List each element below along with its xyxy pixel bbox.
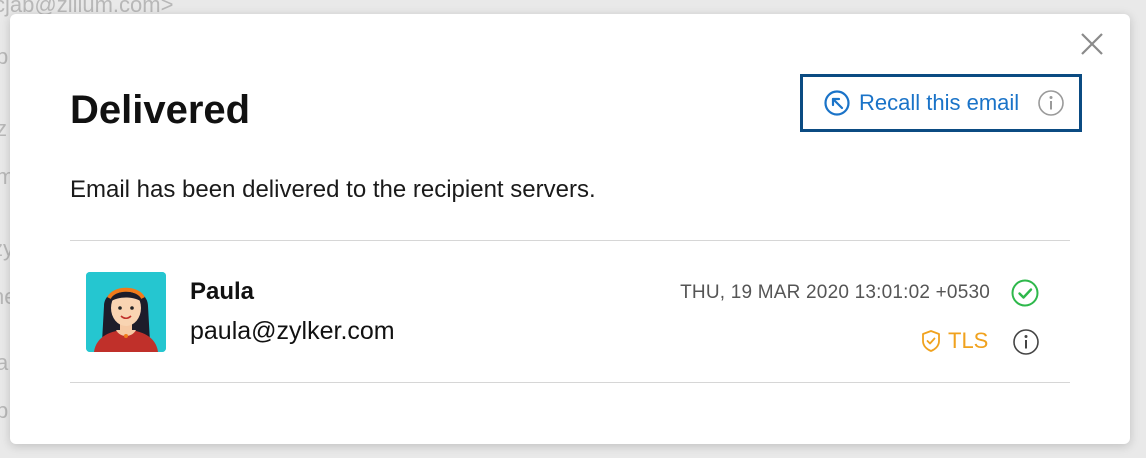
- divider: [70, 240, 1070, 241]
- close-icon: [1081, 33, 1103, 55]
- background-text-8: b: [0, 398, 9, 423]
- divider: [70, 382, 1070, 383]
- close-button[interactable]: [1078, 30, 1106, 58]
- background-text-2: p: [0, 44, 9, 69]
- background-text-7: a: [0, 350, 9, 375]
- check-circle-icon: [1011, 279, 1039, 307]
- recall-label: Recall this email: [859, 90, 1020, 115]
- background-text-3: z: [0, 116, 7, 141]
- recall-icon: [824, 90, 850, 116]
- info-icon[interactable]: [1012, 328, 1040, 356]
- tls-label: TLS: [948, 328, 989, 353]
- avatar: [86, 272, 166, 352]
- recipient-email: paula@zylker.com: [190, 317, 395, 345]
- info-icon[interactable]: [1037, 89, 1065, 117]
- recipient-name: Paula: [190, 278, 255, 305]
- shield-check-icon: [922, 330, 940, 352]
- avatar-illustration: [86, 272, 166, 352]
- tls-badge: TLS: [920, 328, 988, 354]
- delivery-message: Email has been delivered to the recipien…: [70, 176, 596, 203]
- recall-email-button[interactable]: Recall this email: [800, 74, 1082, 132]
- delivery-timestamp: THU, 19 MAR 2020 13:01:02 +0530: [680, 282, 990, 303]
- dialog-title: Delivered: [70, 88, 251, 132]
- delivery-status-dialog: Delivered Recall this email Email has be…: [10, 14, 1130, 444]
